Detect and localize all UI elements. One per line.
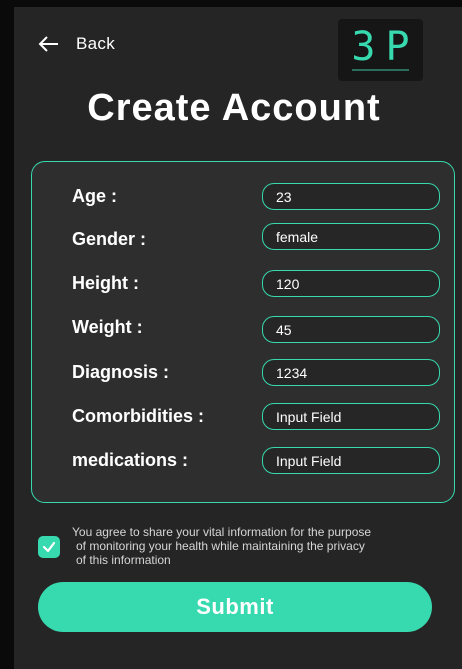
back-label: Back [76, 34, 115, 53]
form-row-height: Height : [32, 270, 454, 298]
comorbidities-input[interactable] [262, 403, 440, 430]
gender-label: Gender : [72, 229, 147, 249]
page-title: Create Account [87, 87, 381, 129]
medications-label: medications : [72, 450, 189, 470]
form-row-comorbidities: Comorbidities : [32, 403, 454, 431]
gender-input[interactable] [262, 223, 440, 250]
height-input[interactable] [262, 270, 440, 297]
age-label: Age : [72, 186, 117, 206]
arrow-left-icon [38, 34, 60, 54]
comorbidities-label: Comorbidities : [72, 406, 205, 426]
check-icon [42, 541, 56, 553]
form-row-gender: Gender : [32, 223, 454, 251]
form-row-age: Age : [32, 183, 454, 211]
submit-button[interactable]: Submit [38, 582, 432, 632]
consent-line-3: of this information [76, 553, 171, 567]
form-row-weight: Weight : [32, 316, 454, 344]
diagnosis-input[interactable] [262, 359, 440, 386]
account-form: Age : Gender : Height : Weight : Diagnos… [31, 161, 455, 503]
consent-checkbox[interactable] [38, 536, 60, 558]
logo-underline [352, 69, 409, 71]
medications-input[interactable] [262, 447, 440, 474]
age-input[interactable] [262, 183, 440, 210]
form-row-diagnosis: Diagnosis : [32, 359, 454, 387]
weight-label: Weight : [72, 317, 143, 337]
diagnosis-label: Diagnosis : [72, 362, 170, 382]
weight-input[interactable] [262, 316, 440, 343]
back-button[interactable]: Back [38, 34, 115, 54]
consent-line-2: of monitoring your health while maintain… [76, 539, 365, 553]
consent-text: You agree to share your vital informatio… [72, 525, 452, 567]
logo-text: 3P [351, 24, 420, 70]
form-row-medications: medications : [32, 447, 454, 475]
height-label: Height : [72, 273, 139, 293]
app-logo: 3P [338, 19, 423, 81]
consent-line-1: You agree to share your vital informatio… [72, 525, 372, 539]
create-account-screen: Back 3P Create Account Age : Gender : He… [14, 7, 462, 669]
